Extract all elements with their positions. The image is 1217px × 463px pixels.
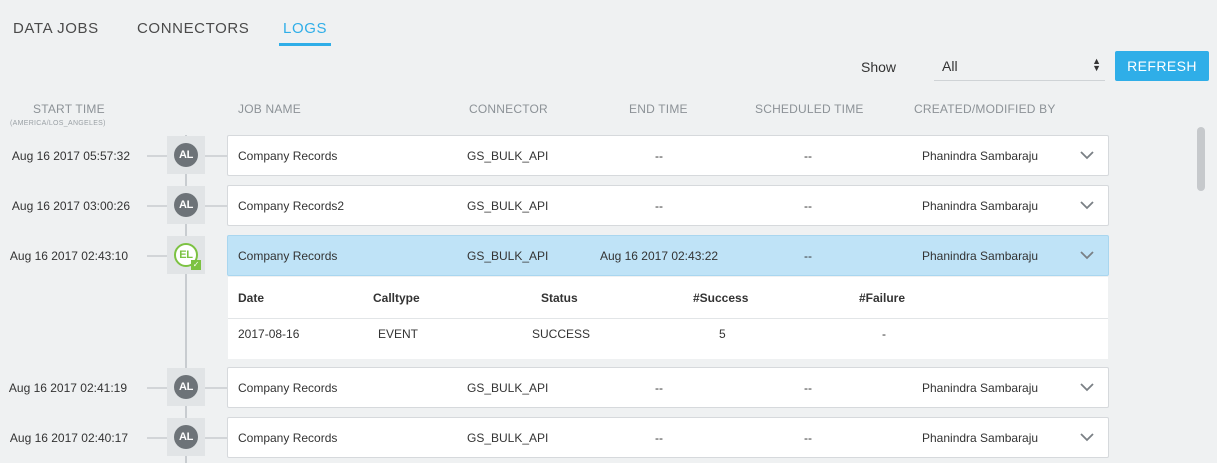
col-start-time: START TIME (33, 102, 105, 116)
job-end-time: -- (655, 149, 663, 163)
log-type-badge: AL (167, 418, 205, 456)
timeline-line (185, 135, 187, 463)
detail-date: 2017-08-16 (238, 327, 300, 341)
job-end-time: -- (655, 199, 663, 213)
detail-header-date: Date (238, 291, 265, 305)
job-scheduled-time: -- (804, 199, 812, 213)
timeline-tick (205, 437, 227, 439)
job-connector: GS_BULK_API (467, 431, 549, 445)
timeline-tick (147, 387, 167, 389)
job-row[interactable]: Company Records2 GS_BULK_API -- -- Phani… (227, 185, 1109, 226)
chevron-down-icon[interactable] (1080, 380, 1094, 394)
job-detail-panel: Date Calltype Status #Success #Failure 2… (228, 277, 1108, 359)
job-created-by: Phanindra Sambaraju (922, 149, 1039, 163)
log-type-badge: AL (167, 368, 205, 406)
detail-header-failure: #Failure (859, 291, 906, 305)
timeline-tick (147, 255, 167, 257)
detail-success-count: 5 (719, 327, 726, 341)
detail-failure-count: - (882, 327, 886, 341)
job-name: Company Records2 (238, 199, 345, 213)
timeline-tick (205, 155, 227, 157)
col-created-by: CREATED/MODIFIED BY (914, 102, 1056, 116)
job-scheduled-time: -- (804, 249, 812, 263)
start-time: Aug 16 2017 02:40:17 (9, 431, 128, 445)
job-name: Company Records (238, 149, 338, 163)
show-select[interactable]: All ▲ ▼ (934, 52, 1105, 81)
job-name: Company Records (238, 381, 338, 395)
job-end-time: -- (655, 381, 663, 395)
job-scheduled-time: -- (804, 149, 812, 163)
job-connector: GS_BULK_API (467, 249, 549, 263)
chevron-down-icon[interactable] (1080, 248, 1094, 262)
chevron-down-icon[interactable] (1080, 198, 1094, 212)
job-created-by: Phanindra Sambaraju (922, 431, 1039, 445)
badge-label: AL (174, 425, 198, 449)
job-scheduled-time: -- (804, 431, 812, 445)
job-connector: GS_BULK_API (467, 199, 549, 213)
badge-label: AL (174, 193, 198, 217)
col-scheduled-time: SCHEDULED TIME (755, 102, 864, 116)
log-type-badge: AL (167, 186, 205, 224)
timeline-tick (147, 155, 167, 157)
col-job-name: JOB NAME (238, 102, 301, 116)
tab-connectors[interactable]: CONNECTORS (137, 20, 249, 43)
refresh-button[interactable]: REFRESH (1115, 51, 1209, 81)
select-arrows-icon: ▲ ▼ (1092, 56, 1101, 73)
tab-data-jobs[interactable]: DATA JOBS (13, 20, 99, 43)
chevron-down-icon[interactable] (1080, 148, 1094, 162)
log-type-badge: EL ✓ (167, 236, 205, 274)
col-connector: CONNECTOR (469, 102, 548, 116)
timeline-tick (147, 437, 167, 439)
job-name: Company Records (238, 431, 338, 445)
job-connector: GS_BULK_API (467, 381, 549, 395)
detail-header-calltype: Calltype (373, 291, 420, 305)
timeline-tick (205, 387, 227, 389)
tab-bar: DATA JOBS CONNECTORS LOGS (0, 0, 1217, 46)
show-select-value: All (942, 58, 958, 74)
badge-label-success: EL ✓ (174, 243, 201, 270)
start-time: Aug 16 2017 02:41:19 (8, 381, 127, 395)
detail-header-success: #Success (693, 291, 749, 305)
job-created-by: Phanindra Sambaraju (922, 199, 1039, 213)
job-row[interactable]: Company Records GS_BULK_API -- -- Phanin… (227, 417, 1109, 458)
start-time: Aug 16 2017 03:00:26 (11, 199, 130, 213)
chevron-down-icon[interactable] (1080, 430, 1094, 444)
tab-logs[interactable]: LOGS (279, 20, 332, 46)
job-created-by: Phanindra Sambaraju (922, 249, 1039, 263)
scrollbar-thumb[interactable] (1197, 127, 1205, 191)
job-row-selected[interactable]: Company Records GS_BULK_API Aug 16 2017 … (227, 235, 1109, 276)
show-label: Show (861, 59, 897, 75)
detail-calltype: EVENT (378, 327, 419, 341)
col-start-time-timezone: (AMERICA/LOS_ANGELES) (10, 120, 106, 127)
start-time: Aug 16 2017 02:43:10 (9, 249, 128, 263)
badge-label: AL (174, 143, 198, 167)
detail-status: SUCCESS (532, 327, 591, 341)
col-end-time: END TIME (629, 102, 688, 116)
job-name: Company Records (238, 249, 338, 263)
check-icon: ✓ (191, 260, 201, 270)
timeline-tick (147, 205, 167, 207)
job-created-by: Phanindra Sambaraju (922, 381, 1039, 395)
timeline-tick (205, 205, 227, 207)
job-row[interactable]: Company Records GS_BULK_API -- -- Phanin… (227, 367, 1109, 408)
job-end-time: -- (655, 431, 663, 445)
detail-header-status: Status (541, 291, 578, 305)
job-scheduled-time: -- (804, 381, 812, 395)
job-end-time: Aug 16 2017 02:43:22 (599, 249, 719, 263)
start-time: Aug 16 2017 05:57:32 (11, 149, 130, 163)
log-type-badge: AL (167, 136, 205, 174)
badge-label: AL (174, 375, 198, 399)
job-row[interactable]: Company Records GS_BULK_API -- -- Phanin… (227, 135, 1109, 176)
detail-divider (228, 318, 1108, 319)
job-connector: GS_BULK_API (467, 149, 549, 163)
